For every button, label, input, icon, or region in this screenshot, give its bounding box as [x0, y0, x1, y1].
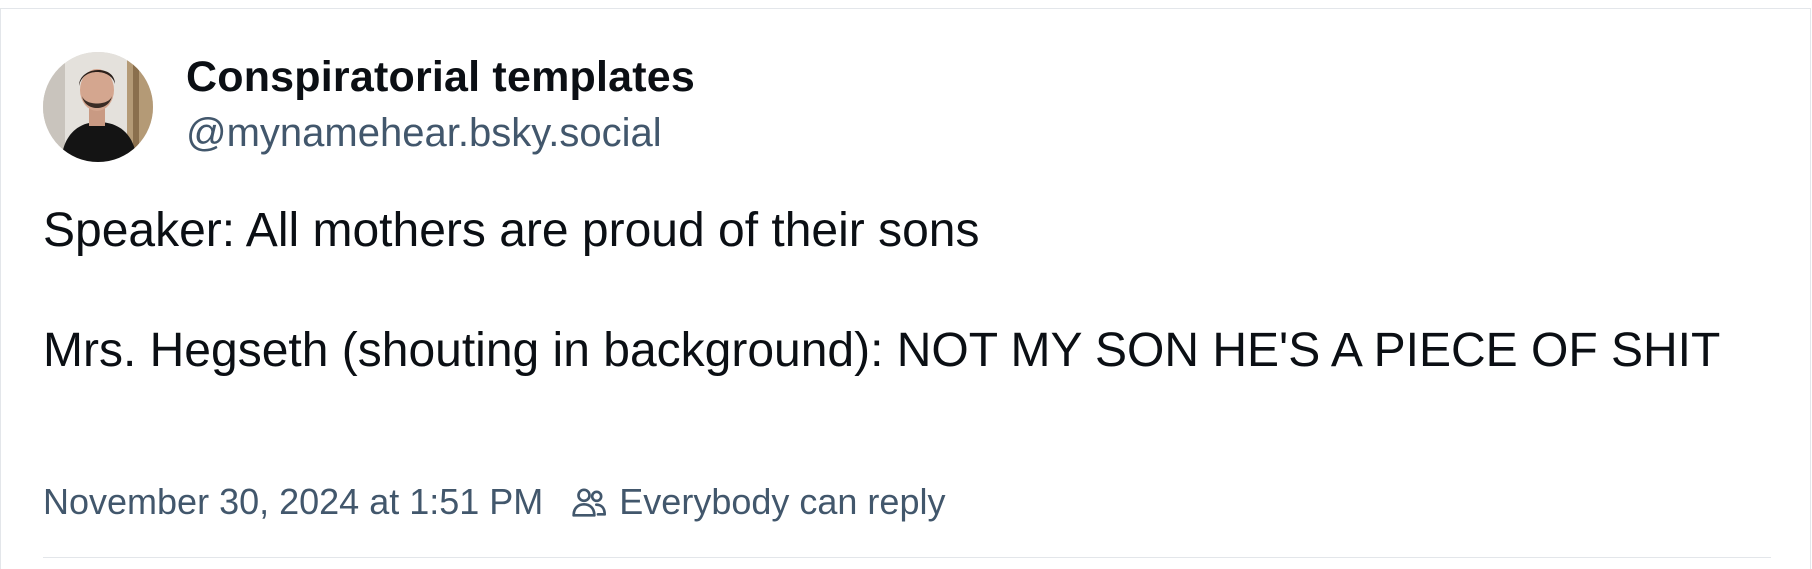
post-timestamp[interactable]: November 30, 2024 at 1:51 PM — [43, 481, 543, 523]
post-text: Speaker: All mothers are proud of their … — [43, 201, 1773, 381]
post-card: Conspiratorial templates @mynamehear.bsk… — [0, 8, 1811, 569]
post-paragraph: Mrs. Hegseth (shouting in background): N… — [43, 324, 1721, 377]
author-handle[interactable]: @mynamehear.bsky.social — [186, 111, 662, 156]
post-meta: November 30, 2024 at 1:51 PM Everybody c… — [43, 479, 945, 525]
reply-setting-label[interactable]: Everybody can reply — [619, 481, 945, 523]
divider — [43, 557, 1771, 558]
author-display-name[interactable]: Conspiratorial templates — [186, 53, 695, 102]
post-paragraph: Speaker: All mothers are proud of their … — [43, 204, 980, 257]
avatar-image — [43, 52, 153, 162]
people-icon — [572, 488, 607, 517]
avatar[interactable] — [43, 52, 153, 162]
